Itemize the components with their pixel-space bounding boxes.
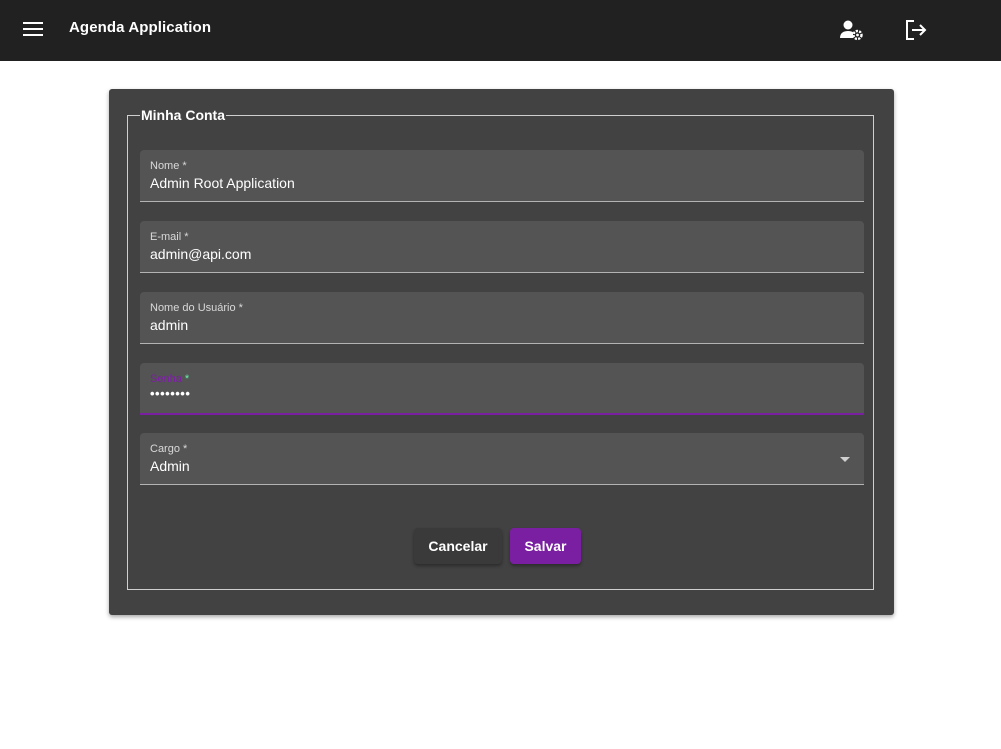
menu-icon <box>23 22 43 36</box>
email-value: admin@api.com <box>150 246 252 262</box>
name-value: Admin Root Application <box>150 175 295 191</box>
cancel-button[interactable]: Cancelar <box>414 528 502 564</box>
name-label: Nome * <box>150 160 187 172</box>
account-settings-button[interactable] <box>836 14 868 46</box>
account-legend: Minha Conta <box>141 107 225 123</box>
username-value: admin <box>150 317 189 333</box>
email-label: E-mail * <box>150 231 189 243</box>
role-select[interactable]: Cargo * Admin <box>140 433 864 485</box>
logout-icon <box>906 20 927 40</box>
dropdown-arrow-icon <box>840 457 850 462</box>
name-field[interactable]: Nome * Admin Root Application <box>140 150 864 202</box>
logout-button[interactable] <box>900 14 932 46</box>
account-card: Minha Conta Nome * Admin Root Applicatio… <box>109 89 894 615</box>
user-settings-icon <box>840 20 863 41</box>
password-value: •••••••• <box>150 386 191 401</box>
menu-button[interactable] <box>14 12 52 46</box>
email-field[interactable]: E-mail * admin@api.com <box>140 221 864 273</box>
username-label: Nome do Usuário * <box>150 302 243 314</box>
save-button[interactable]: Salvar <box>510 528 581 564</box>
username-field[interactable]: Nome do Usuário * admin <box>140 292 864 344</box>
password-field[interactable]: Senha * •••••••• <box>140 363 864 415</box>
role-label: Cargo * <box>150 443 188 455</box>
password-label: Senha * <box>150 373 190 385</box>
app-title: Agenda Application <box>69 19 212 36</box>
role-value: Admin <box>150 458 190 474</box>
top-toolbar: Agenda Application <box>0 0 1001 61</box>
